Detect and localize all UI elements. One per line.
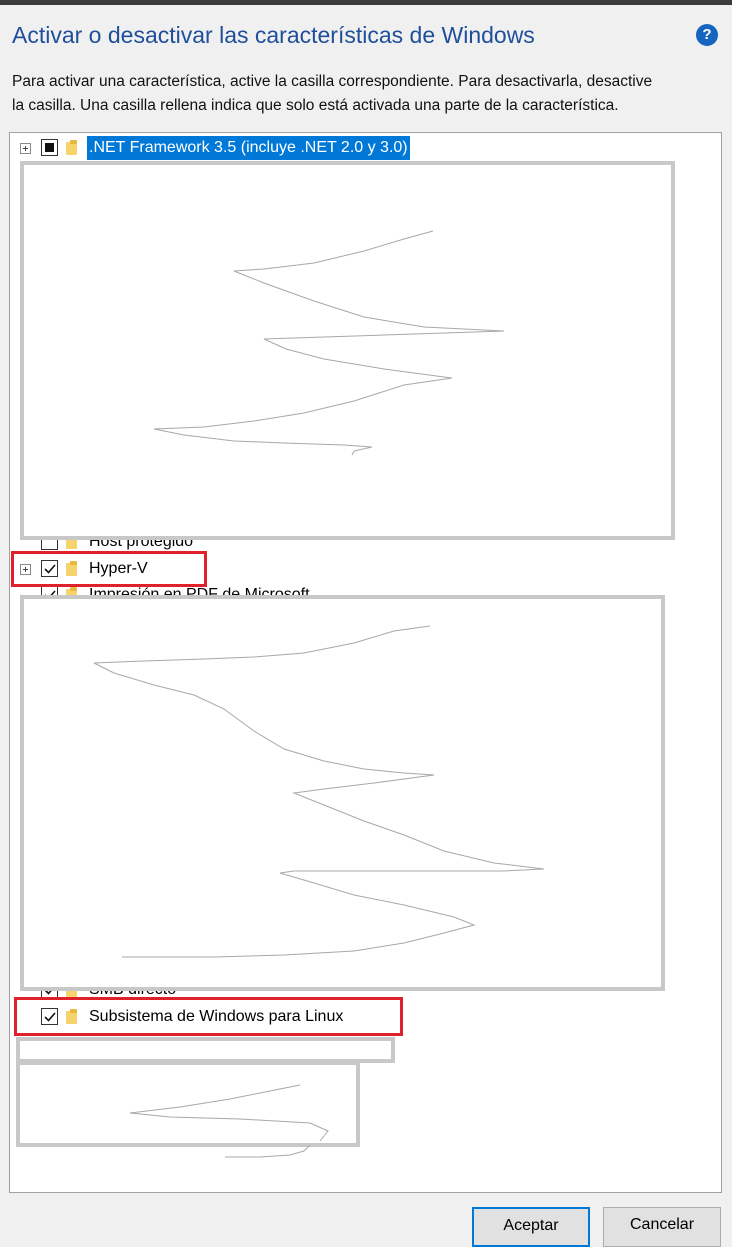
cancel-button[interactable]: Cancelar bbox=[603, 1207, 721, 1247]
checkbox-partial-icon[interactable] bbox=[41, 139, 58, 156]
dialog-title: Activar o desactivar las características… bbox=[12, 22, 535, 48]
redaction-box bbox=[16, 1061, 360, 1147]
ok-button[interactable]: Aceptar bbox=[472, 1207, 590, 1247]
description-line-1: Para activar una característica, active … bbox=[12, 73, 653, 90]
help-icon[interactable]: ? bbox=[696, 24, 718, 46]
highlight-box-wsl bbox=[14, 997, 403, 1036]
redaction-scribble bbox=[225, 1145, 311, 1158]
window-top-border bbox=[0, 0, 732, 5]
feature-label: .NET Framework 3.5 (incluye .NET 2.0 y 3… bbox=[87, 136, 410, 160]
description-line-2: la casilla. Una casilla rellena indica q… bbox=[12, 97, 619, 114]
redaction-box bbox=[16, 1037, 395, 1063]
folder-icon bbox=[66, 140, 79, 155]
dialog-description: Para activar una característica, active … bbox=[12, 70, 724, 118]
highlight-box-hyper-v bbox=[11, 551, 207, 587]
expander-plus-icon[interactable] bbox=[20, 143, 31, 154]
redaction-box bbox=[20, 161, 675, 540]
tree-item-net-framework-35[interactable]: .NET Framework 3.5 (incluye .NET 2.0 y 3… bbox=[18, 136, 478, 160]
redaction-box bbox=[20, 595, 665, 991]
